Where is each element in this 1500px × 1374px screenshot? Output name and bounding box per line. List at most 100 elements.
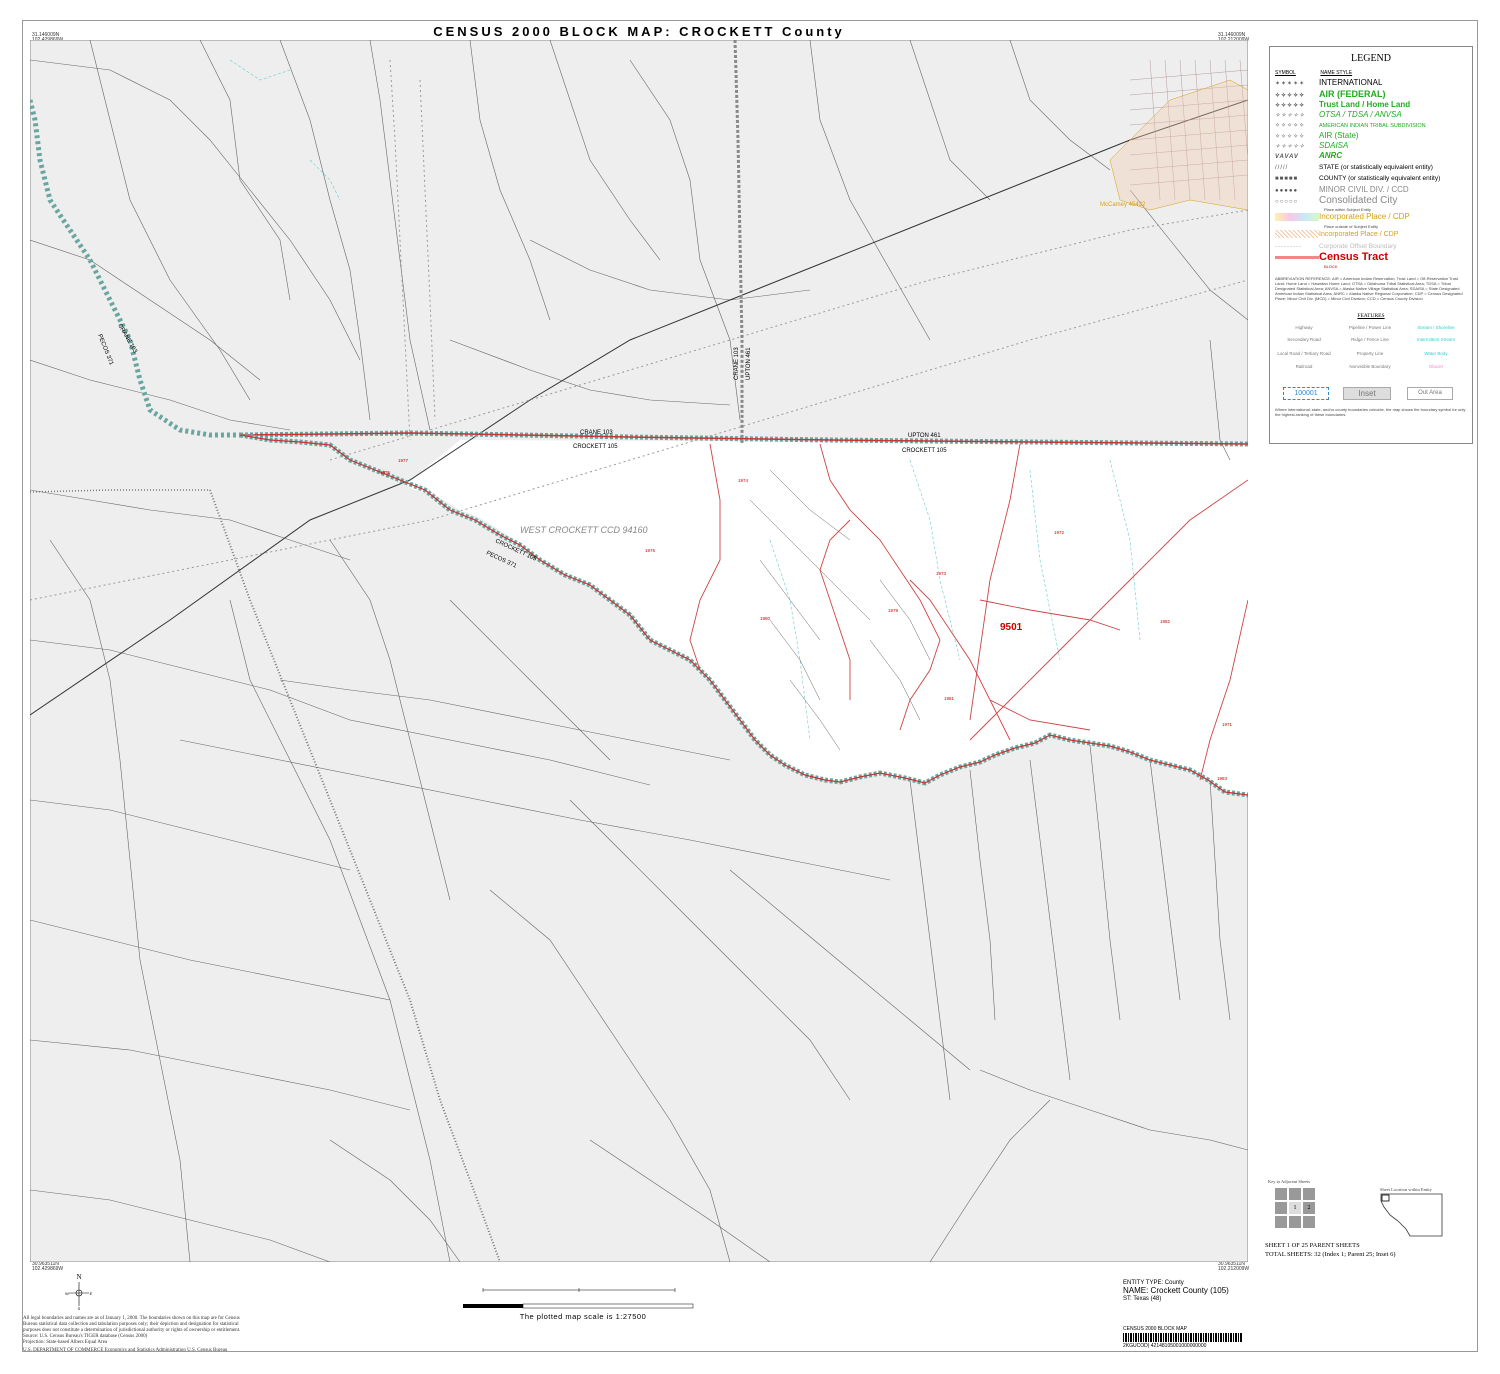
block-number: 1983: [1217, 776, 1228, 781]
block-number: 1972: [1054, 530, 1065, 535]
legend-item: VAVAV ANRC: [1275, 151, 1342, 161]
legend-item-label: AMERICAN INDIAN TRIBAL SUBDIVISION: [1319, 123, 1426, 129]
place-label-mccamey: McCamey 45432: [1100, 202, 1146, 208]
legend-abbrev-note: ABBREVIATION REFERENCE: AIR = American I…: [1275, 276, 1463, 301]
legend-symbol: ✶✶✶✶✶: [1275, 81, 1306, 87]
label-upton-461-vertical: UPTON 461: [746, 347, 752, 380]
key-cell[interactable]: [1274, 1215, 1288, 1229]
legend-box-inset: Inset: [1343, 387, 1391, 400]
block-number: 1975: [380, 470, 391, 475]
svg-text:W: W: [65, 1291, 69, 1296]
legend-item-label: STATE (or statistically equivalent entit…: [1319, 164, 1433, 171]
key-cell[interactable]: 2: [1302, 1201, 1316, 1215]
legend-item-label: MINOR CIVIL DIV. / CCD: [1319, 185, 1409, 194]
block-number: 1976: [645, 548, 656, 553]
legend-item: ✧✧✧✧✧ SDAISA: [1275, 141, 1348, 151]
feature-water-body: Water Body: [1424, 351, 1448, 356]
block-map[interactable]: CRANE 103 CROCKETT 105 UPTON 461 CROCKET…: [30, 40, 1248, 1262]
feature-railroad: Railroad: [1295, 364, 1313, 369]
feature-highway: Highway: [1295, 325, 1313, 330]
legend-item: ///// STATE (or statistically equivalent …: [1275, 163, 1433, 173]
legend-item-label: AIR (State): [1319, 131, 1359, 140]
legend-features-title: FEATURES: [1357, 313, 1385, 319]
legend-boundary-note: Where international, state, and/or count…: [1275, 407, 1466, 417]
total-sheets: TOTAL SHEETS: 32 (Index 1; Parent 25; In…: [1265, 1251, 1396, 1258]
legend-item-label: COUNTY (or statistically equivalent enti…: [1319, 175, 1441, 182]
feature-pipeline: Pipeline / Power Line: [1348, 325, 1392, 330]
legend-symbol: ●●●●●: [1275, 188, 1299, 194]
footnotes: All legal boundaries and names are as of…: [23, 1316, 313, 1354]
corner-bottom-right: 30.963511N 102.212009W: [1218, 1261, 1250, 1272]
corner-bottom-left: 30.963511N 102.429869W: [32, 1261, 64, 1272]
svg-text:N: N: [76, 1273, 81, 1281]
key-cell-current[interactable]: 1: [1288, 1201, 1302, 1215]
block-number: 1977: [398, 458, 409, 463]
block-number: 1971: [1222, 722, 1233, 727]
key-adjacent-label: Key to Adjacent Sheets: [1268, 1179, 1311, 1184]
legend-item: ✧✧✧✧✧ AIR (FEDERAL): [1275, 89, 1386, 99]
legend-name-style-header: NAME STYLE: [1320, 70, 1353, 76]
legend-item-label: AIR (FEDERAL): [1319, 89, 1386, 99]
legend-block-label: BLOCK: [1324, 264, 1338, 269]
legend-item-label: ANRC: [1319, 151, 1343, 160]
entity-state: ST: Texas (48): [1123, 1296, 1162, 1302]
legend-item: ○○○○○ Consolidated City: [1275, 196, 1397, 206]
label-crane-103: CRANE 103: [580, 430, 613, 436]
entity-info: ENTITY TYPE: County NAME: Crockett Count…: [1123, 1279, 1229, 1303]
tract-label: 9501: [1000, 622, 1023, 633]
scale-bar-graphic: [463, 1288, 694, 1309]
legend-item: ●●●●● MINOR CIVIL DIV. / CCD: [1275, 185, 1409, 195]
legend-item-label: INTERNATIONAL: [1319, 78, 1383, 87]
label-crane-103-vertical: CRANE 103: [734, 347, 740, 380]
legend-item: ✧✧✧✧✧ Trust Land / Home Land: [1275, 100, 1410, 110]
legend-item-label: Corporate Offset Boundary: [1319, 243, 1397, 250]
sheet-info: SHEET 1 OF 25 PARENT SHEETS TOTAL SHEETS…: [1265, 1241, 1396, 1259]
scale-bar: The plotted map scale is 1:27500: [463, 1286, 703, 1322]
legend-item-label: SDAISA: [1319, 141, 1349, 150]
sheet-location-map: [1380, 1193, 1443, 1237]
scale-text: The plotted map scale is 1:27500: [519, 1312, 647, 1321]
legend-item: ■■■■■ COUNTY (or statistically equivalent…: [1275, 174, 1440, 184]
barcode: [1123, 1333, 1243, 1342]
legend-symbol: ■■■■■: [1275, 176, 1299, 182]
sheet-location-label: Sheet Location within Entity: [1380, 1187, 1432, 1192]
key-cell[interactable]: [1288, 1215, 1302, 1229]
block-number: 1980: [760, 616, 771, 621]
legend-symbol: VAVAV: [1275, 154, 1299, 160]
key-cell[interactable]: [1274, 1187, 1288, 1201]
feature-local-road: Local Road / Tertiary Road: [1277, 351, 1331, 356]
svg-text:E: E: [90, 1291, 93, 1296]
legend-item: ✶✶✶✶✶ INTERNATIONAL: [1275, 78, 1382, 88]
legend-item-label: Trust Land / Home Land: [1319, 100, 1411, 109]
legend-title: LEGEND: [1351, 53, 1391, 64]
legend-symbol: ✧✧✧✧✧: [1275, 113, 1306, 119]
key-adjacent-sheets[interactable]: 1 2: [1274, 1187, 1316, 1229]
legend-symbol: ✧✧✧✧✧: [1275, 123, 1306, 129]
legend-panel: LEGEND SYMBOL NAME STYLE ✶✶✶✶✶ INTERNATIO…: [1269, 46, 1473, 444]
block-number: 1982: [1160, 619, 1171, 624]
feature-ridge: Ridge / Fence Line: [1351, 337, 1389, 342]
feature-nonvisible-boundary: Nonvisible Boundary: [1349, 364, 1391, 369]
legend-item: ✧✧✧✧✧ AIR (State): [1275, 131, 1359, 141]
key-cell[interactable]: [1302, 1215, 1316, 1229]
block-number: 1981: [944, 696, 955, 701]
label-crockett-105-east: CROCKETT 105: [902, 448, 947, 454]
legend-item: Incorporated Place / CDP: [1275, 212, 1410, 222]
legend-item-label: OTSA / TDSA / ANVSA: [1319, 110, 1402, 119]
key-cell[interactable]: [1302, 1187, 1316, 1201]
legend-item: ✧✧✧✧✧ AMERICAN INDIAN TRIBAL SUBDIVISION: [1275, 121, 1426, 131]
legend-item: Census Tract: [1275, 252, 1388, 263]
feature-glacier: Glacier: [1428, 364, 1444, 369]
label-upton-461: UPTON 461: [908, 433, 941, 439]
feature-intermittent-stream: Intermittent Stream: [1416, 337, 1456, 342]
legend-item: ✧✧✧✧✧ OTSA / TDSA / ANVSA: [1275, 110, 1402, 120]
key-cell[interactable]: [1288, 1187, 1302, 1201]
legend-item: Incorporated Place / CDP: [1275, 230, 1398, 240]
key-cell[interactable]: [1274, 1201, 1288, 1215]
block-number: 1973: [936, 571, 947, 576]
legend-item-label: Consolidated City: [1319, 195, 1398, 206]
legend-symbol: ○○○○○: [1275, 199, 1299, 205]
feature-secondary-road: Secondary Road: [1287, 337, 1321, 342]
entity-name: NAME: Crockett County (105): [1123, 1286, 1229, 1295]
map-title: CENSUS 2000 BLOCK MAP: CROCKETT County: [433, 24, 845, 39]
